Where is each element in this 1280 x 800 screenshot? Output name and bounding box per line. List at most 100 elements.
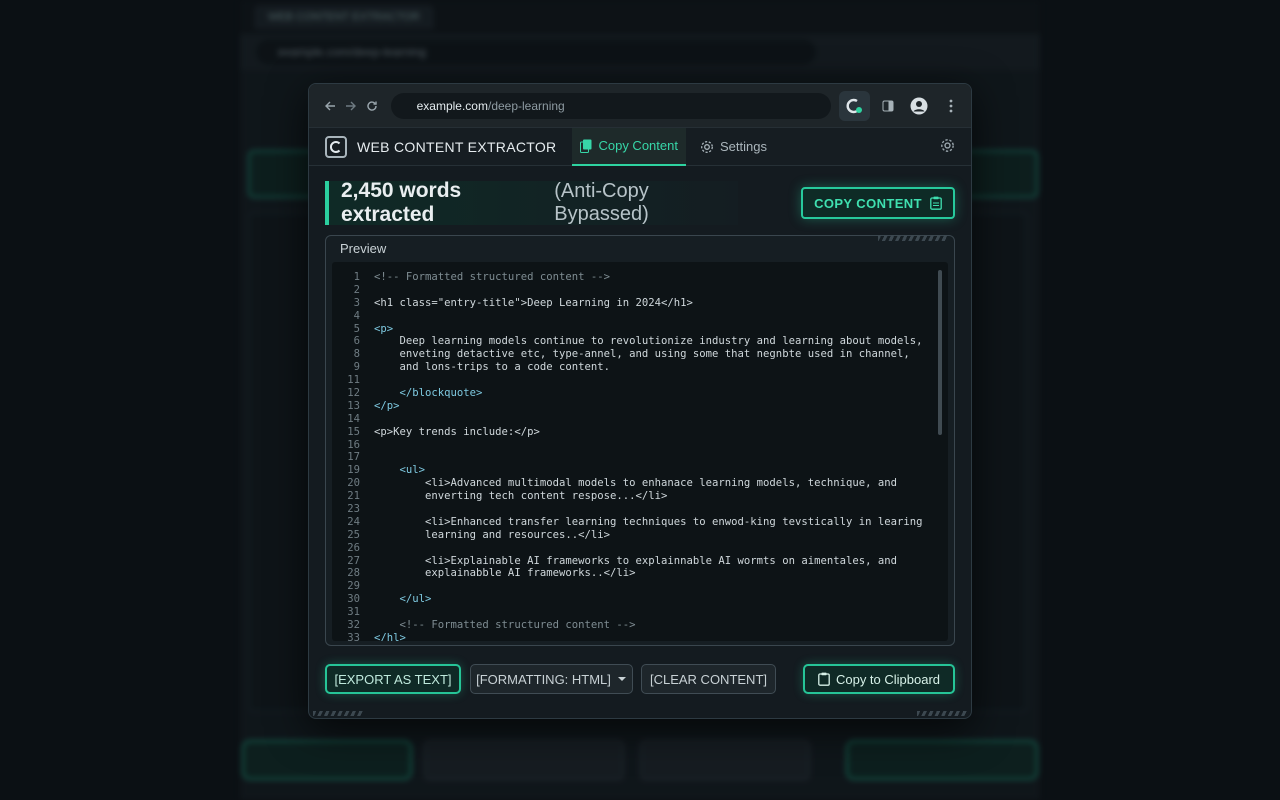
line-text: <!-- Formatted structured content -->	[374, 619, 636, 632]
formatting-label: [FORMATTING: HTML]	[476, 671, 611, 687]
line-text: </blockquote>	[374, 387, 483, 400]
extension-icon[interactable]	[839, 90, 870, 121]
code-line: 15 <p>Key trends include:</p>	[332, 426, 948, 439]
browser-toolbar: example.com/deep-learning	[309, 84, 971, 128]
footer-decoration-left	[313, 711, 363, 716]
code-line: 26	[332, 542, 948, 555]
code-line: 6 Deep learning models continue to revol…	[332, 335, 948, 348]
code-preview[interactable]: 1 <!-- Formatted structured content --> 2 3…	[332, 262, 948, 641]
code-line: 25 learning and resources..</li>	[332, 529, 948, 542]
side-panel-icon[interactable]	[876, 93, 901, 119]
background-clipboard-button	[846, 740, 1038, 780]
preview-label: Preview	[340, 241, 387, 256]
line-number: 23	[347, 503, 360, 516]
chevron-down-icon	[617, 677, 626, 681]
settings-gear-icon[interactable]	[940, 138, 955, 158]
code-line: 21 enverting tech content respose...</li…	[332, 490, 948, 503]
bypass-note: (Anti-Copy Bypassed)	[554, 180, 649, 225]
clipboard-icon	[930, 196, 942, 210]
line-number: 9	[353, 361, 360, 374]
line-text: <li>Explainable AI frameworks to explain…	[374, 554, 897, 567]
app-title: WEB CONTENT EXTRACTOR	[357, 138, 557, 155]
extension-window: example.com/deep-learning WEB CONTENT EX…	[308, 83, 972, 719]
clipboard-icon	[818, 672, 830, 686]
code-line: 33 </hl>	[332, 632, 948, 641]
code-line: 8 enveting detactive etc, type-annel, an…	[332, 348, 948, 361]
line-number: 3	[353, 296, 360, 309]
code-line: 20 <li>Advanced multimodal models to enh…	[332, 477, 948, 490]
extraction-status-banner: 2,450 words extracted (Anti-Copy Bypasse…	[325, 179, 738, 226]
address-bar[interactable]: example.com/deep-learning	[390, 92, 831, 119]
app-header: WEB CONTENT EXTRACTOR Copy Content Setti…	[309, 127, 971, 166]
line-number: 13	[347, 399, 360, 412]
background-url: example.com/deep-learning	[256, 39, 816, 65]
line-text: enveting detactive etc, type-annel, and …	[374, 348, 910, 361]
line-number: 20	[347, 477, 360, 490]
background-format-button	[424, 740, 624, 780]
clear-label: [CLEAR CONTENT]	[649, 671, 767, 687]
background-clear-button	[640, 740, 810, 780]
line-number: 11	[347, 374, 360, 387]
line-text: <p>	[374, 322, 394, 335]
line-number: 17	[347, 451, 360, 464]
line-number: 2	[353, 283, 360, 296]
tab-settings[interactable]: Settings	[692, 128, 775, 166]
line-number: 14	[347, 412, 360, 425]
copy-content-label: COPY CONTENT	[814, 195, 922, 211]
reload-icon[interactable]	[361, 95, 382, 117]
scrollbar-thumb[interactable]	[938, 270, 942, 435]
clear-content-button[interactable]: [CLEAR CONTENT]	[641, 664, 776, 694]
line-text: Deep learning models continue to revolut…	[374, 335, 923, 348]
panel-decoration	[878, 235, 948, 241]
code-line: 4	[332, 310, 948, 323]
line-text: <h1 class="entry-title">Deep Learning in…	[374, 296, 693, 309]
tab-copy-content[interactable]: Copy Content	[572, 127, 686, 166]
line-number: 15	[347, 425, 360, 438]
code-line: 3 <h1 class="entry-title">Deep Learning i…	[332, 297, 948, 310]
line-text: </ul>	[374, 593, 432, 606]
background-export-button	[242, 740, 412, 780]
code-line: 11	[332, 374, 948, 387]
line-text: <p>Key trends include:</p>	[374, 425, 540, 438]
line-text: <li>Advanced multimodal models to enhana…	[374, 477, 897, 490]
line-number: 27	[347, 554, 360, 567]
line-number: 19	[347, 464, 360, 477]
code-line: 27 <li>Explainable AI frameworks to expl…	[332, 555, 948, 568]
line-number: 5	[353, 322, 360, 335]
gear-icon	[701, 140, 713, 153]
more-menu-icon[interactable]	[938, 93, 963, 119]
code-line: 29	[332, 580, 948, 593]
background-tab: WEB CONTENT EXTRACTOR	[254, 5, 434, 29]
code-line: 1 <!-- Formatted structured content -->	[332, 271, 948, 284]
formatting-select[interactable]: [FORMATTING: HTML]	[470, 664, 633, 694]
profile-icon[interactable]	[907, 93, 932, 119]
tab-settings-label: Settings	[719, 139, 767, 154]
back-icon[interactable]	[319, 95, 340, 117]
line-text: learning and resources..</li>	[374, 528, 610, 541]
code-line: 12 </blockquote>	[332, 387, 948, 400]
code-line: 31	[332, 606, 948, 619]
app-logo-icon	[325, 135, 347, 158]
line-text: enverting tech content respose...</li>	[374, 490, 668, 503]
line-number: 21	[347, 490, 360, 503]
code-line: 5 <p>	[332, 323, 948, 336]
code-lines: 1 <!-- Formatted structured content --> 2 3…	[332, 271, 948, 641]
line-number: 25	[347, 528, 360, 541]
copy-to-clipboard-button[interactable]: Copy to Clipboard	[803, 664, 955, 694]
line-number: 30	[347, 593, 360, 606]
copy-content-button[interactable]: COPY CONTENT	[801, 187, 955, 219]
code-line: 9 and lons-trips to a code content.	[332, 361, 948, 374]
line-number: 8	[353, 348, 360, 361]
forward-icon[interactable]	[340, 95, 361, 117]
export-as-text-button[interactable]: [EXPORT AS TEXT]	[325, 664, 461, 694]
tab-copy-content-label: Copy Content	[598, 138, 678, 153]
code-line: 32 <!-- Formatted structured content -->	[332, 619, 948, 632]
line-text: <!-- Formatted structured content -->	[374, 271, 610, 283]
word-count: 2,450 words extracted	[341, 179, 462, 226]
line-text: </p>	[374, 399, 400, 412]
code-line: 14	[332, 413, 948, 426]
code-line: 13 </p>	[332, 400, 948, 413]
background-tabstrip: WEB CONTENT EXTRACTOR	[240, 0, 1040, 34]
line-number: 31	[347, 606, 360, 619]
line-number: 6	[353, 335, 360, 348]
